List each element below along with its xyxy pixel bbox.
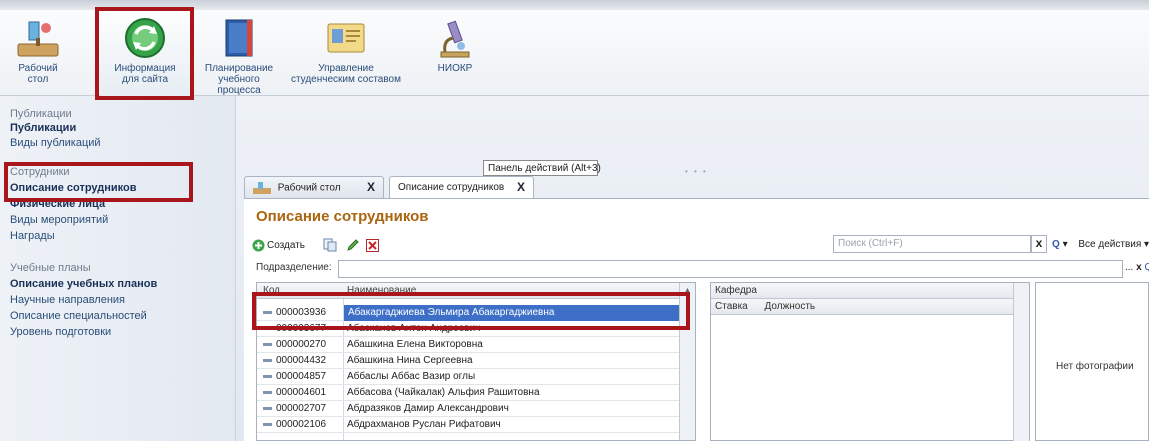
photo-panel: Нет фотографии: [1035, 282, 1149, 441]
drag-handle-dots[interactable]: • • •: [685, 167, 708, 176]
nav-item-publication-types[interactable]: Виды публикаций: [10, 137, 101, 149]
table-row[interactable]: 000002707 Абдразяков Дамир Александрович: [257, 401, 680, 417]
desk-icon: [17, 21, 59, 57]
item-icon: [263, 406, 272, 410]
delete-button[interactable]: [366, 236, 379, 254]
tab-staff-description-label: Описание сотрудников: [398, 182, 505, 193]
nav-group-plans-title: Учебные планы: [10, 262, 91, 274]
department-label: Подразделение:: [256, 262, 332, 273]
column-rate[interactable]: Ставка: [715, 301, 748, 312]
no-photo-text: Нет фотографии: [1056, 361, 1134, 372]
delete-icon: [366, 238, 379, 252]
close-icon[interactable]: X: [517, 180, 525, 194]
department-input[interactable]: [338, 260, 1123, 278]
nav-item-science-directions[interactable]: Научные направления: [10, 294, 125, 306]
create-button[interactable]: Создать: [252, 236, 305, 254]
item-icon: [263, 390, 272, 394]
section-planning[interactable]: Планирование учебного процесса: [196, 10, 282, 96]
search-options: Q ▾ Все действия ▾ ?: [1052, 237, 1149, 252]
nav-item-curriculum-description[interactable]: Описание учебных планов: [10, 278, 157, 290]
department-open-button[interactable]: Q: [1144, 262, 1149, 273]
nav-item-awards[interactable]: Награды: [10, 230, 55, 242]
copy-button[interactable]: [323, 236, 337, 254]
column-position[interactable]: Должность: [765, 301, 816, 312]
all-actions-button[interactable]: Все действия: [1078, 239, 1141, 250]
item-icon: [263, 342, 272, 346]
add-icon: [252, 239, 265, 251]
chevron-down-icon[interactable]: ▾: [1063, 239, 1068, 250]
tab-desktop-label: Рабочий стол: [277, 182, 341, 194]
search-icon[interactable]: Q: [1052, 239, 1060, 250]
nav-group-publications-title: Публикации: [10, 108, 72, 120]
table-row[interactable]: 000004601 Аббасова (Чайкалак) Альфия Раш…: [257, 385, 680, 401]
book-icon: [225, 19, 253, 57]
nav-item-training-level[interactable]: Уровень подготовки: [10, 326, 111, 338]
item-icon: [263, 358, 272, 362]
copy-icon: [323, 238, 337, 252]
department-table: Кафедра Ставка Должность: [710, 282, 1030, 441]
nav-item-event-types[interactable]: Виды мероприятий: [10, 214, 108, 226]
department-clear-button[interactable]: x: [1136, 262, 1142, 273]
chevron-down-icon: ▾: [1144, 239, 1149, 250]
nav-item-specialty-description[interactable]: Описание специальностей: [10, 310, 147, 322]
microscope-icon: [440, 20, 470, 58]
department-select-button[interactable]: ...: [1125, 262, 1133, 273]
section-desktop[interactable]: Рабочий стол: [8, 10, 68, 96]
highlight-box-staff: [4, 162, 193, 202]
desk-icon: [253, 182, 271, 194]
table-row[interactable]: 000002106 Абдрахманов Руслан Рифатович: [257, 417, 680, 433]
close-icon[interactable]: X: [367, 180, 375, 194]
highlight-box-site-info: [95, 7, 194, 100]
actions-panel-tooltip: Панель действий (Alt+3): [483, 160, 601, 176]
item-icon: [263, 374, 272, 378]
search-clear-button[interactable]: x: [1031, 235, 1047, 253]
item-icon: [263, 422, 272, 426]
tab-desktop[interactable]: Рабочий стол X: [244, 176, 384, 198]
table-row[interactable]: 000004432 Абашкина Нина Сергеевна: [257, 353, 680, 369]
department-header: Кафедра: [711, 283, 1014, 299]
section-navigation-panel: Публикации Публикации Виды публикаций Со…: [0, 96, 236, 441]
tab-staff-description[interactable]: Описание сотрудников X: [389, 176, 534, 198]
department-scrollbar[interactable]: [1013, 283, 1029, 441]
section-students[interactable]: Управление студенческим составом: [290, 10, 402, 96]
position-header: Ставка Должность: [711, 299, 1014, 315]
table-row[interactable]: 000004857 Аббаслы Аббас Вазир оглы: [257, 369, 680, 385]
highlight-box-selected-row: [252, 292, 690, 330]
edit-button[interactable]: [346, 236, 360, 254]
pencil-icon: [347, 239, 359, 251]
page-title: Описание сотрудников: [256, 208, 429, 225]
nav-item-publications[interactable]: Публикации: [10, 122, 76, 134]
create-button-label: Создать: [267, 239, 306, 251]
id-card-icon: [327, 23, 365, 53]
table-row[interactable]: 000000270 Абашкина Елена Викторовна: [257, 337, 680, 353]
section-research[interactable]: НИОКР: [430, 10, 480, 96]
department-buttons: ... x Q: [1125, 262, 1149, 273]
search-input[interactable]: Поиск (Ctrl+F): [833, 235, 1031, 253]
